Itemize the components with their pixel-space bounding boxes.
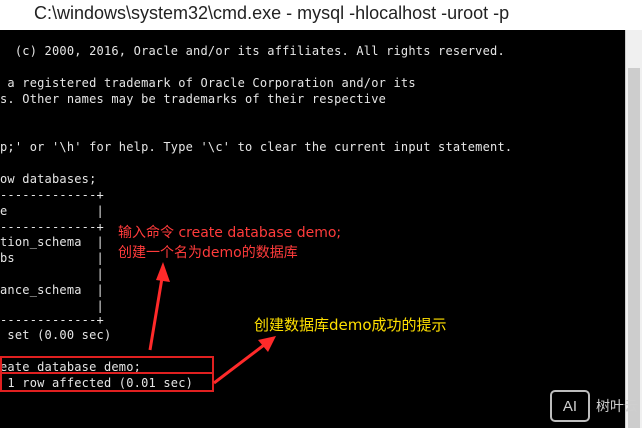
command-hint-line1: 输入命令 create database demo; xyxy=(118,225,342,241)
watermark-logo: AI xyxy=(550,390,590,422)
console-line: -------------+ xyxy=(0,313,104,327)
window-title: C:\windows\system32\cmd.exe - mysql -hlo… xyxy=(34,3,510,23)
console-line: | xyxy=(0,299,104,313)
console-line: p;' or '\h' for help. Type '\c' to clear… xyxy=(0,140,513,154)
command-hint-line2: 创建一个名为demo的数据库 xyxy=(118,245,298,261)
title-bar[interactable]: C:\windows\system32\cmd.exe - mysql -hlo… xyxy=(0,0,642,30)
watermark-text: 树叶云 xyxy=(596,399,638,415)
vertical-scrollbar[interactable] xyxy=(625,30,642,428)
console-line: -------------+ xyxy=(0,188,104,202)
console-line: | xyxy=(0,267,104,281)
console-line: -------------+ xyxy=(0,220,104,234)
console-line: a registered trademark of Oracle Corpora… xyxy=(0,76,416,90)
console-line: e | xyxy=(0,204,104,218)
success-hint: 创建数据库demo成功的提示 xyxy=(254,316,447,334)
console-line: set (0.00 sec) xyxy=(0,328,112,342)
watermark: AI 树叶云 xyxy=(550,390,638,422)
console-line: ow databases; xyxy=(0,172,97,186)
console-line: ance_schema | xyxy=(0,283,104,297)
result-highlight-box xyxy=(0,372,214,392)
cmd-window: C:\windows\system32\cmd.exe - mysql -hlo… xyxy=(0,0,642,428)
scrollbar-thumb[interactable] xyxy=(628,68,640,428)
console-line: (c) 2000, 2016, Oracle and/or its affili… xyxy=(0,44,505,58)
console-line: tion_schema | xyxy=(0,235,104,249)
console-line: bs | xyxy=(0,251,104,265)
console-line: s. Other names may be trademarks of thei… xyxy=(0,92,387,106)
